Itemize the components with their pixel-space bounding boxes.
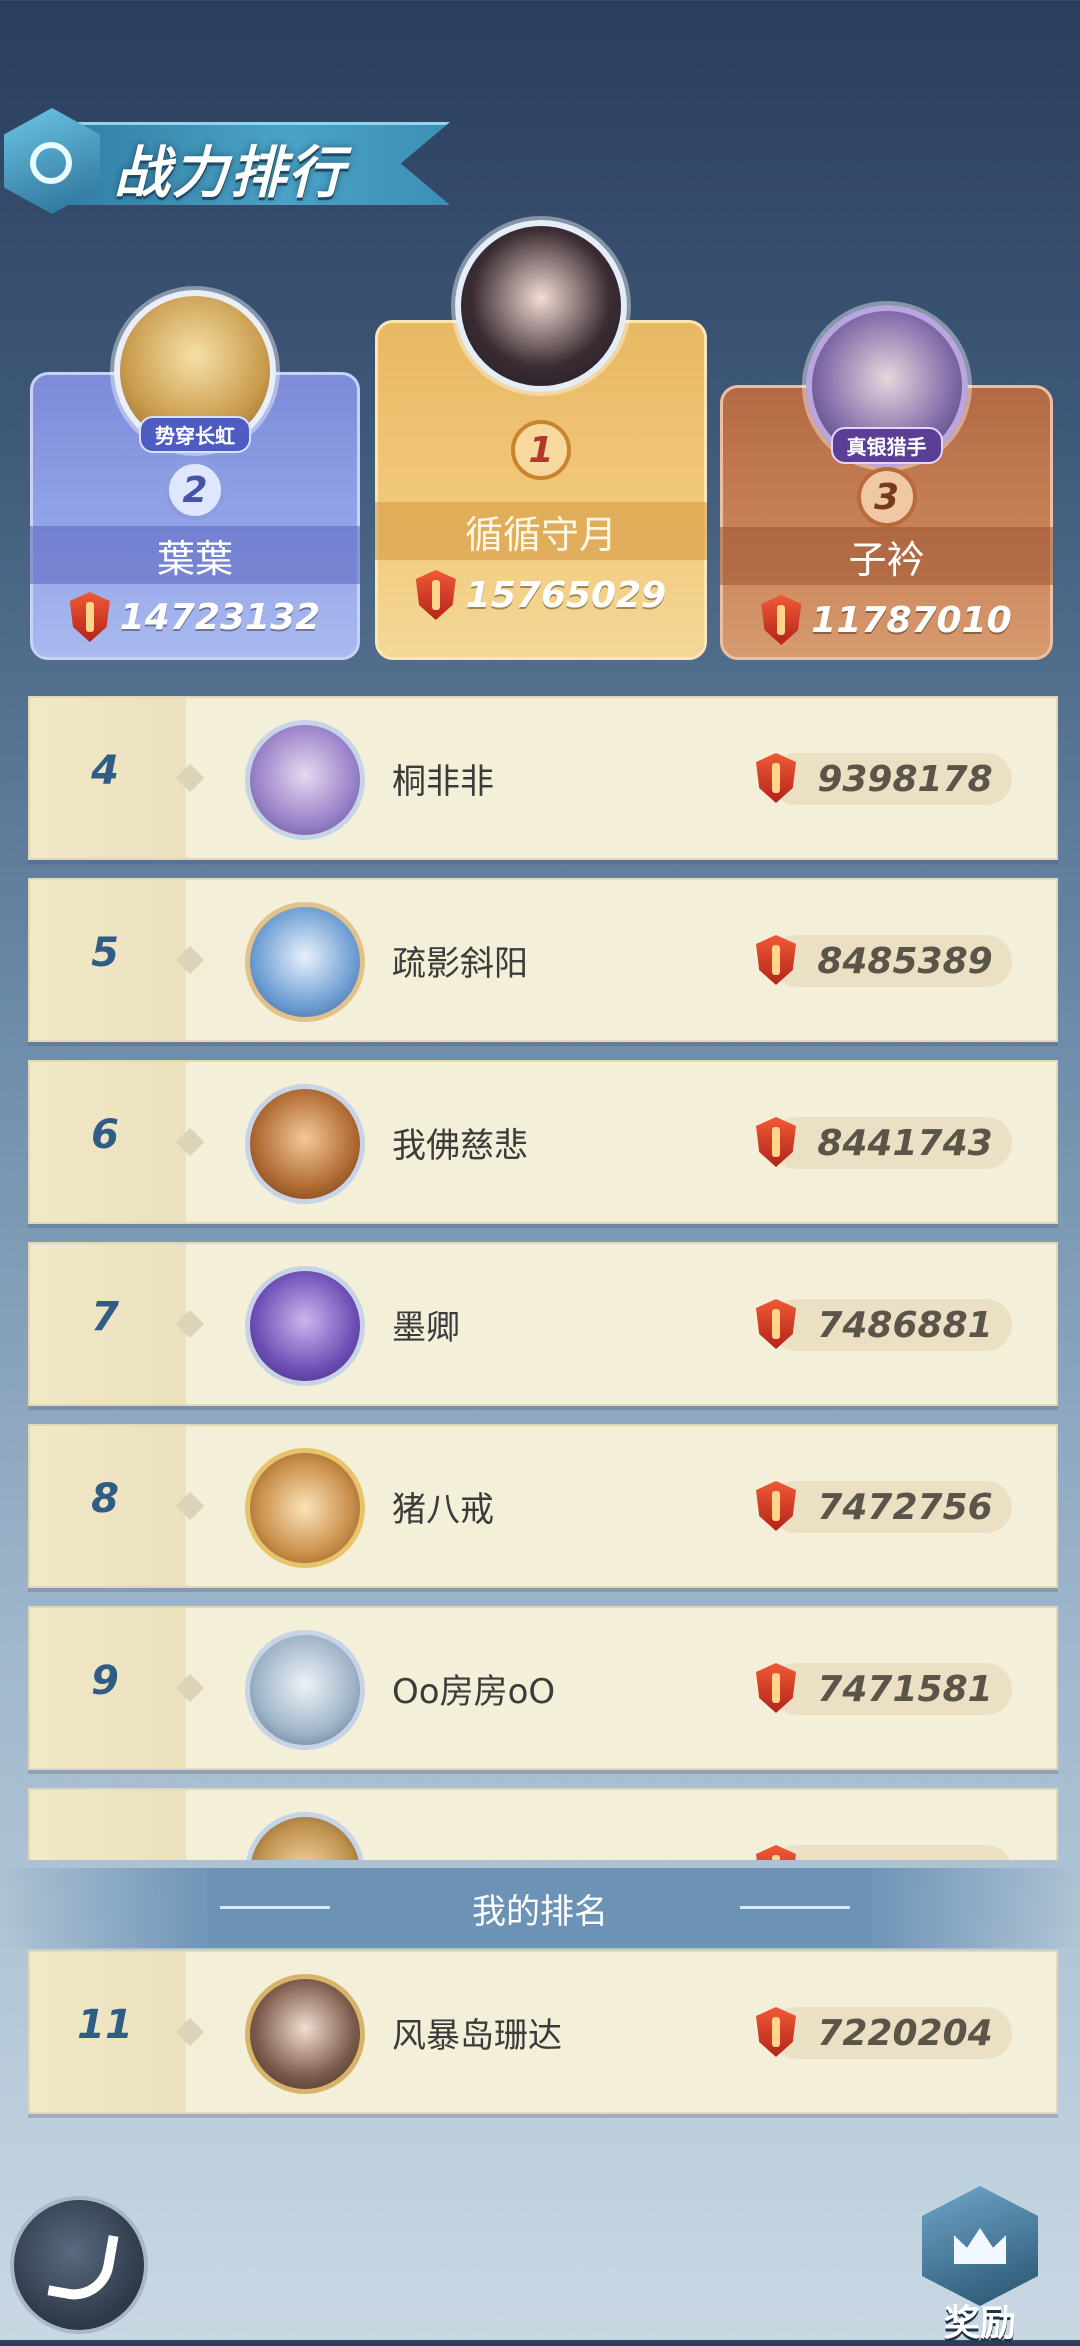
list-item[interactable]: 6 我佛慈悲 8441743 (28, 1060, 1058, 1224)
avatar[interactable] (245, 902, 365, 1022)
list-item-partial[interactable] (28, 1788, 1058, 1860)
avatar[interactable] (245, 1266, 365, 1386)
power-display: 7471581 (756, 1663, 1012, 1715)
player-name: 桐非非 (392, 762, 494, 802)
list-item[interactable]: 9 Oo房房oO 7471581 (28, 1606, 1058, 1770)
podium-rank-3[interactable]: 真银猎手 3 子衿 11787010 (720, 305, 1053, 660)
player-name: 循循守月 (375, 502, 707, 560)
power-value: 11787010 (811, 599, 1012, 641)
rank-medal: 2 (165, 460, 225, 520)
rank-medal: 1 (511, 420, 571, 480)
power-display: 9398178 (756, 753, 1012, 805)
shield-icon (756, 753, 796, 803)
player-name: 墨卿 (392, 1308, 460, 1348)
player-name: 猪八戒 (392, 1490, 494, 1530)
title-badge: 势穿长虹 (139, 416, 251, 453)
power-value: 9398178 (817, 759, 993, 800)
rank-number: 11 (77, 2002, 133, 2048)
my-rank-row[interactable]: 11 风暴岛珊达 7220204 (28, 1950, 1058, 2114)
power-display: 7486881 (756, 1299, 1012, 1351)
shield-icon (761, 595, 802, 645)
shield-icon (756, 1481, 796, 1531)
power-display: 8485389 (756, 935, 1012, 987)
avatar[interactable] (245, 1974, 365, 2094)
list-item[interactable]: 5 疏影斜阳 8485389 (28, 878, 1058, 1042)
player-name: Oo房房oO (392, 1672, 556, 1712)
power-display: 15765029 (375, 570, 707, 620)
title-badge: 真银猎手 (830, 427, 943, 464)
power-value: 15765029 (465, 574, 667, 616)
avatar[interactable] (245, 1084, 365, 1204)
power-value: 7486881 (817, 1305, 993, 1346)
reward-label: 奖励 (943, 2303, 1016, 2344)
power-display: 8441743 (756, 1117, 1012, 1169)
title-banner: 战力排行 (0, 108, 450, 214)
my-rank-label: 我的排名 (472, 1892, 608, 1932)
player-name: 葉葉 (30, 526, 360, 584)
rank-number: 9 (91, 1658, 119, 1704)
rank-medal: 3 (856, 467, 917, 527)
ranking-list[interactable]: 4 桐非非 9398178 5 疏影斜阳 8485389 6 我佛慈悲 8441… (28, 696, 1058, 1860)
rank-number: 4 (91, 748, 119, 794)
shield-icon (756, 935, 796, 985)
player-name: 子衿 (720, 527, 1053, 585)
player-name: 我佛慈悲 (392, 1126, 528, 1166)
power-value: 7472756 (817, 1487, 993, 1528)
power-value: 8485389 (817, 941, 993, 982)
shield-icon (69, 592, 110, 642)
power-value: 14723132 (119, 596, 321, 638)
back-arrow-icon (47, 2226, 119, 2306)
power-value: 7471581 (817, 1669, 993, 1710)
power-display: 7220204 (756, 2007, 1012, 2059)
shield-icon (756, 1663, 796, 1713)
shield-icon (756, 1299, 796, 1349)
shield-icon (415, 570, 456, 620)
player-name: 疏影斜阳 (392, 944, 528, 984)
power-display: 14723132 (30, 592, 360, 642)
power-display: 7472756 (756, 1481, 1012, 1533)
power-display: 11787010 (720, 595, 1053, 645)
shield-icon (756, 1117, 796, 1167)
avatar[interactable] (245, 1812, 365, 1860)
list-item[interactable]: 8 猪八戒 7472756 (28, 1424, 1058, 1588)
list-item[interactable]: 7 墨卿 7486881 (28, 1242, 1058, 1406)
avatar[interactable] (245, 1448, 365, 1568)
rank-number: 5 (91, 930, 119, 976)
rank-number: 6 (91, 1112, 119, 1158)
power-display (756, 1845, 1012, 1860)
avatar[interactable] (245, 720, 365, 840)
page-title: 战力排行 (114, 141, 346, 206)
rank-number: 8 (91, 1476, 119, 1522)
shield-icon (756, 2007, 796, 2057)
power-value: 8441743 (817, 1123, 993, 1164)
podium-rank-2[interactable]: 势穿长虹 2 葉葉 14723132 (30, 290, 360, 660)
avatar[interactable] (455, 220, 627, 392)
reward-button[interactable]: 奖励 (910, 2186, 1050, 2344)
list-item[interactable]: 4 桐非非 9398178 (28, 696, 1058, 860)
power-value: 7220204 (817, 2013, 993, 2054)
player-name: 风暴岛珊达 (392, 2016, 562, 2056)
avatar[interactable] (245, 1630, 365, 1750)
podium-rank-1[interactable]: 1 循循守月 15765029 (375, 220, 707, 660)
my-rank-divider: 我的排名 (0, 1868, 1080, 1948)
shield-icon (756, 1845, 796, 1860)
rank-number: 7 (91, 1294, 119, 1340)
back-button[interactable] (10, 2196, 148, 2334)
